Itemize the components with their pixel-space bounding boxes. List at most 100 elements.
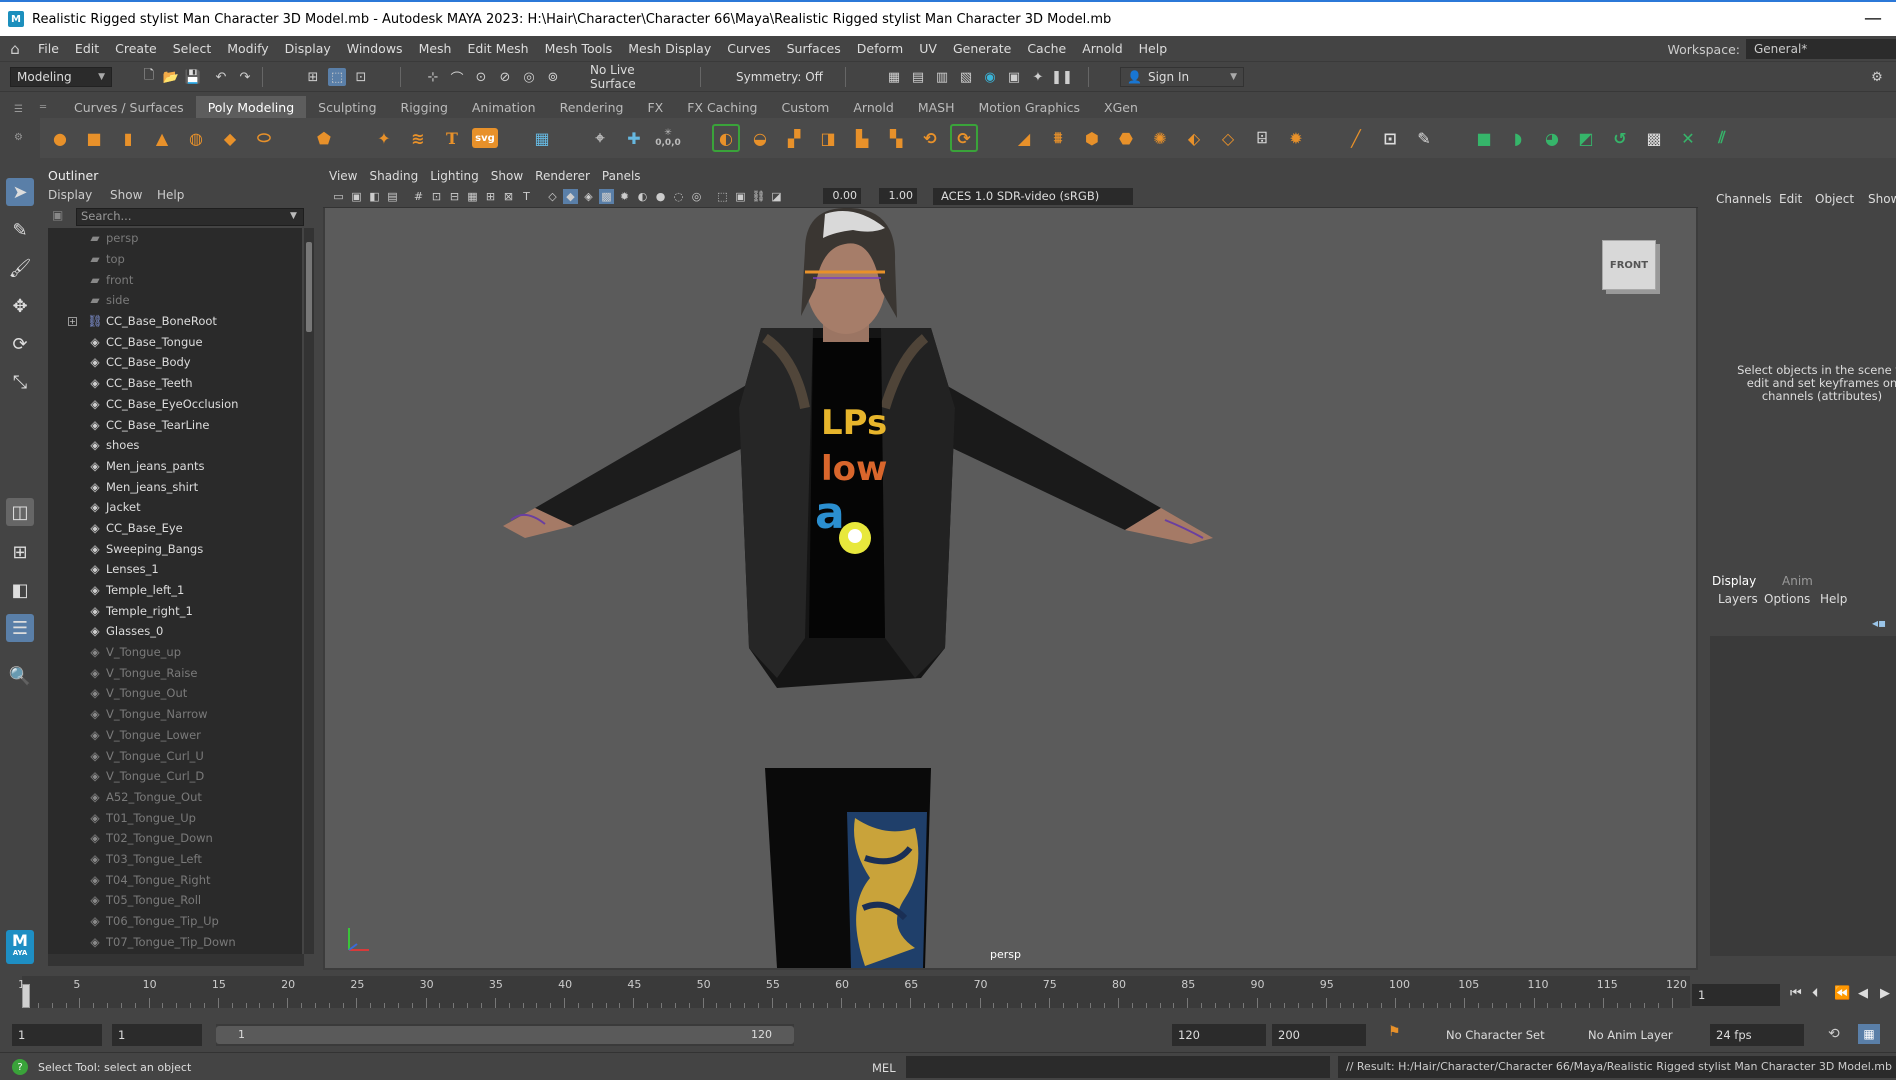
two-view-layout-icon[interactable]: ◧: [6, 576, 34, 604]
sign-in-button[interactable]: 👤 Sign In ▼: [1120, 67, 1244, 87]
options-menu[interactable]: Options: [1764, 592, 1810, 606]
home-icon[interactable]: ⌂: [0, 40, 30, 58]
redo-icon[interactable]: ↷: [236, 68, 254, 86]
snap-vertex-icon[interactable]: ⊚: [544, 68, 562, 86]
tab-display[interactable]: Display: [1712, 574, 1756, 588]
command-input[interactable]: [906, 1056, 1330, 1078]
platonic-solid-icon[interactable]: ⬟: [310, 124, 338, 152]
anim-start-field[interactable]: 1: [12, 1024, 102, 1046]
menu-select[interactable]: Select: [165, 41, 220, 56]
extrude-icon[interactable]: ⟲: [916, 124, 944, 152]
anim-end-field[interactable]: 200: [1272, 1024, 1366, 1046]
outliner-item[interactable]: ◈ T06_Tongue_Tip_Up: [48, 911, 302, 932]
outliner-search-input[interactable]: Search...: [76, 208, 304, 226]
menu-display[interactable]: Display: [277, 41, 339, 56]
minimize-button[interactable]: —: [1864, 8, 1882, 29]
outliner-menu-help[interactable]: Help: [157, 188, 184, 202]
menu-help[interactable]: Help: [1131, 41, 1176, 56]
separate-icon[interactable]: ◒: [746, 124, 774, 152]
outliner-item[interactable]: ◈ V_Tongue_Narrow: [48, 704, 302, 725]
menu-file[interactable]: File: [30, 41, 67, 56]
time-slider-track[interactable]: 1510152025303540455055606570758085909510…: [18, 976, 1690, 1008]
tab-fx[interactable]: FX: [635, 96, 675, 119]
character-set-dropdown[interactable]: No Character Set: [1440, 1024, 1560, 1046]
anim-prefs-icon[interactable]: ▦: [1858, 1024, 1880, 1044]
menu-create[interactable]: Create: [107, 41, 165, 56]
bookmark-icon[interactable]: ◧: [367, 189, 382, 204]
shelf-settings-icon[interactable]: ⚙: [14, 132, 23, 143]
color-space-dropdown[interactable]: ACES 1.0 SDR-video (sRGB): [933, 188, 1133, 205]
viewport-menu-panels[interactable]: Panels: [596, 169, 647, 183]
playback-start-field[interactable]: 1: [112, 1024, 202, 1046]
expand-icon[interactable]: +: [68, 316, 77, 326]
select-tool-icon[interactable]: ➤: [6, 178, 34, 206]
connect-icon[interactable]: ⬣: [1112, 124, 1140, 152]
tab-motion-graphics[interactable]: Motion Graphics: [966, 96, 1092, 119]
outliner-item[interactable]: ◈ shoes: [48, 435, 302, 456]
uv-automatic-icon[interactable]: ◩: [1572, 124, 1600, 152]
menu-arnold[interactable]: Arnold: [1074, 41, 1130, 56]
outliner-item[interactable]: ◈ V_Tongue_Curl_U: [48, 745, 302, 766]
menu-cache[interactable]: Cache: [1019, 41, 1074, 56]
uv-planar-icon[interactable]: ■: [1470, 124, 1498, 152]
show-menu[interactable]: Show: [1868, 192, 1896, 206]
layers-menu[interactable]: Layers: [1718, 592, 1758, 606]
tab-curves-surfaces[interactable]: Curves / Surfaces: [62, 96, 196, 119]
textured-icon[interactable]: ▩: [599, 189, 614, 204]
sweep-mesh-icon[interactable]: ≋: [404, 124, 432, 152]
play-forward-icon[interactable]: ▶: [1880, 986, 1890, 1001]
sculpt-brush-icon[interactable]: ╱: [1342, 124, 1370, 152]
outliner-item[interactable]: ◈ CC_Base_Eye: [48, 518, 302, 539]
poly-cone-icon[interactable]: ▲: [148, 124, 176, 152]
image-plane-icon[interactable]: ▤: [385, 189, 400, 204]
menu-modify[interactable]: Modify: [219, 41, 276, 56]
scroll-thumb[interactable]: [306, 242, 312, 332]
shelf-menu-icon[interactable]: ☰: [14, 104, 23, 115]
xray-icon[interactable]: ▣: [733, 189, 748, 204]
pivot-tool-icon[interactable]: ✳ 0,0,0: [654, 124, 682, 152]
workspace-dropdown[interactable]: General*: [1746, 39, 1896, 59]
single-view-layout-icon[interactable]: ◫: [6, 498, 34, 526]
tab-rendering[interactable]: Rendering: [548, 96, 636, 119]
outliner-item[interactable]: ◈ Temple_left_1: [48, 580, 302, 601]
poly-cube-icon[interactable]: ■: [80, 124, 108, 152]
bevel-icon[interactable]: ▙: [848, 124, 876, 152]
auto-key-icon[interactable]: ⚑: [1388, 1024, 1401, 1040]
wire-on-shaded-icon[interactable]: ◈: [581, 189, 596, 204]
tab-arnold[interactable]: Arnold: [841, 96, 905, 119]
wireframe-icon[interactable]: ◇: [545, 189, 560, 204]
play-back-icon[interactable]: ◀: [1858, 986, 1868, 1001]
uv-unfold-icon[interactable]: ↺: [1606, 124, 1634, 152]
outliner-item[interactable]: ◈ V_Tongue_Raise: [48, 662, 302, 683]
render-frame-icon[interactable]: ▦: [885, 68, 903, 86]
shadows-icon[interactable]: ◐: [635, 189, 650, 204]
tab-sculpting[interactable]: Sculpting: [306, 96, 388, 119]
go-to-start-icon[interactable]: ⏮: [1790, 986, 1802, 1001]
lights-icon[interactable]: ✹: [617, 189, 632, 204]
outliner-item[interactable]: ◈ T04_Tongue_Right: [48, 869, 302, 890]
outliner-item[interactable]: ◈ T02_Tongue_Down: [48, 828, 302, 849]
arnold-render-icon[interactable]: ✦: [1029, 68, 1047, 86]
range-track[interactable]: 1 120: [216, 1024, 794, 1046]
fill-hole-icon[interactable]: ⬖: [1180, 124, 1208, 152]
outliner-scrollbar[interactable]: [304, 228, 314, 954]
filter-icon[interactable]: ▣: [52, 208, 63, 222]
combine-icon[interactable]: ◐: [712, 124, 740, 152]
anim-layer-dropdown[interactable]: No Anim Layer: [1582, 1024, 1686, 1046]
snap-point-icon[interactable]: ⊙: [472, 68, 490, 86]
tab-rigging[interactable]: Rigging: [389, 96, 460, 119]
grid-snap-icon[interactable]: ⊡: [1376, 124, 1404, 152]
paint-select-icon[interactable]: 🖌: [6, 254, 34, 282]
tab-animation[interactable]: Animation: [460, 96, 548, 119]
select-component-icon[interactable]: ⊡: [352, 68, 370, 86]
isolate-icon[interactable]: ⬚: [715, 189, 730, 204]
viewport-3d[interactable]: LPs low a FRONT persp: [325, 208, 1696, 968]
uv-spherical-icon[interactable]: ◕: [1538, 124, 1566, 152]
outliner-item[interactable]: ◈ Lenses_1: [48, 559, 302, 580]
append-polygon-icon[interactable]: ✺: [1146, 124, 1174, 152]
menu-mesh-display[interactable]: Mesh Display: [620, 41, 719, 56]
range-handle[interactable]: 1 120: [216, 1026, 794, 1044]
shelf-handle-icon[interactable]: ═: [40, 102, 58, 113]
type-tool-icon[interactable]: T: [438, 124, 466, 152]
uv-editor-icon[interactable]: ▦: [528, 124, 556, 152]
